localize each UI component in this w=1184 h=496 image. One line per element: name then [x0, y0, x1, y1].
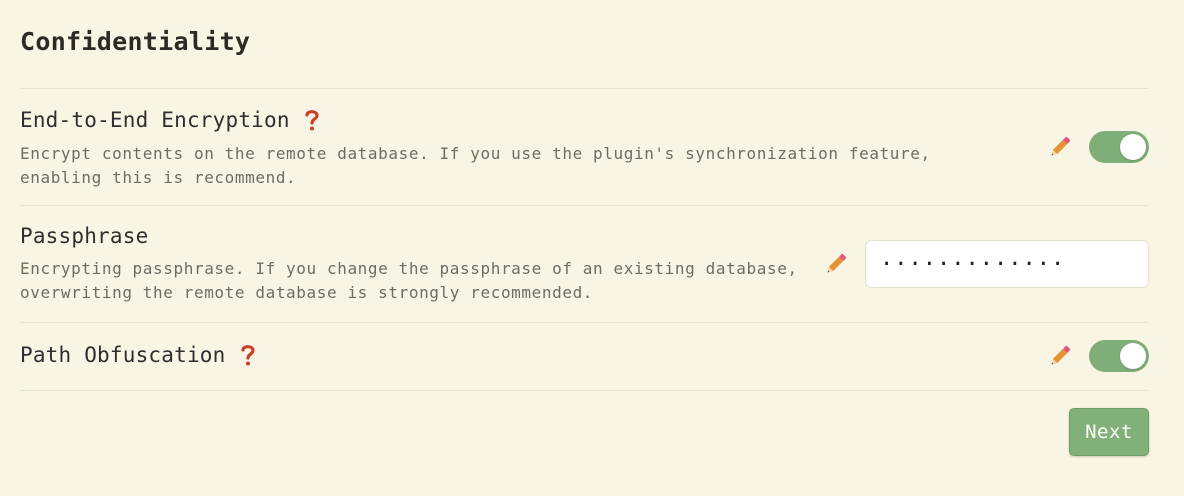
page-title: Confidentiality: [20, 27, 251, 56]
toggle-knob: [1120, 134, 1146, 160]
help-icon[interactable]: [238, 342, 258, 368]
setting-passphrase: Passphrase Encrypting passphrase. If you…: [20, 224, 1149, 304]
passphrase-input[interactable]: [865, 240, 1149, 288]
pencil-icon[interactable]: [1047, 134, 1073, 160]
pencil-icon[interactable]: [1047, 343, 1073, 369]
setting-name: Passphrase: [20, 224, 149, 248]
setting-controls: [1047, 340, 1149, 372]
setting-description: Encrypt contents on the remote database.…: [20, 144, 931, 187]
next-button[interactable]: Next: [1069, 408, 1149, 456]
setting-encryption: End-to-End Encryption Encrypt contents o…: [20, 107, 1149, 189]
encryption-toggle[interactable]: [1089, 131, 1149, 163]
divider: [20, 88, 1149, 89]
setting-name: Path Obfuscation: [20, 343, 226, 367]
setting-name-row: Path Obfuscation: [20, 342, 1149, 368]
setting-controls: [1047, 131, 1149, 163]
setting-controls: [823, 240, 1149, 288]
setting-name-row: End-to-End Encryption: [20, 107, 1149, 133]
setting-name: End-to-End Encryption: [20, 108, 290, 132]
divider: [20, 390, 1149, 391]
setting-description: Encrypting passphrase. If you change the…: [20, 259, 798, 302]
pencil-icon[interactable]: [823, 251, 849, 277]
divider: [20, 322, 1149, 323]
setting-path-obfuscation: Path Obfuscation: [20, 340, 1149, 372]
help-icon[interactable]: [302, 107, 322, 133]
path-obfuscation-toggle[interactable]: [1089, 340, 1149, 372]
divider: [20, 205, 1149, 206]
confidentiality-panel: Confidentiality End-to-End Encryption En…: [0, 0, 1184, 496]
toggle-knob: [1120, 343, 1146, 369]
